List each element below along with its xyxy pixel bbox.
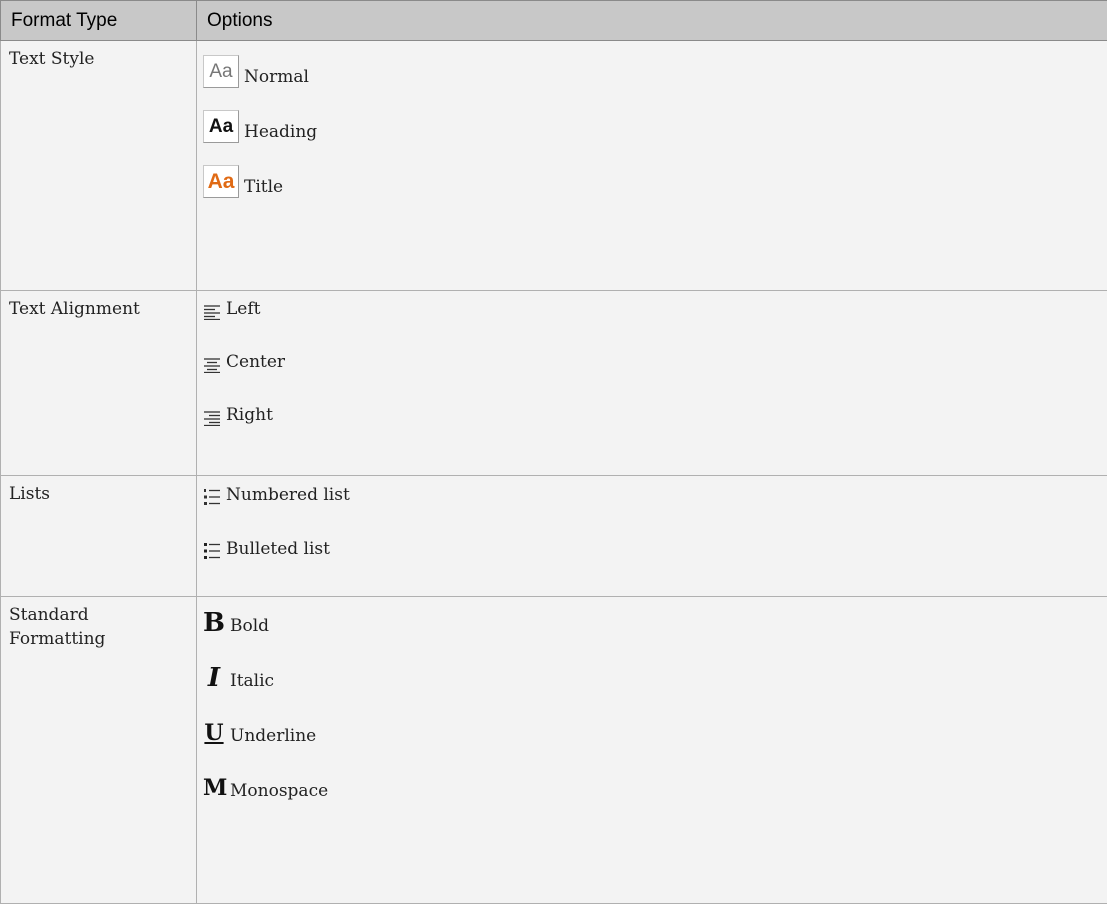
table-row-text-style: Text Style Aa Normal Aa Heading Aa Title (1, 41, 1107, 291)
text-style-title-icon: Aa (203, 165, 239, 198)
option-underline: U Underline (203, 719, 1107, 747)
align-left-icon (203, 304, 221, 320)
option-title: Aa Title (203, 165, 1107, 198)
header-format-type: Format Type (1, 1, 197, 41)
option-numbered-list: Numbered list (203, 476, 1107, 506)
options-lists: Numbered list (197, 476, 1107, 597)
option-label: Italic (230, 671, 274, 692)
format-type-text-style: Text Style (1, 41, 197, 291)
option-label: Center (226, 352, 285, 373)
underline-icon: U (203, 719, 225, 747)
option-label: Left (226, 299, 260, 320)
option-label: Right (226, 405, 273, 426)
text-style-normal-icon: Aa (203, 55, 239, 88)
monospace-icon: M (203, 774, 225, 802)
format-options-table: Format Type Options Text Style Aa Normal… (0, 0, 1107, 904)
option-monospace: M Monospace (203, 774, 1107, 802)
options-standard-formatting: B Bold I Italic U Underline M Monospace (197, 597, 1107, 904)
bold-icon: B (203, 609, 225, 637)
align-right-icon (203, 410, 221, 426)
option-normal: Aa Normal (203, 41, 1107, 88)
format-type-standard-formatting: Standard Formatting (1, 597, 197, 904)
align-center-icon (203, 357, 221, 373)
option-bold: B Bold (203, 597, 1107, 637)
option-left: Left (203, 291, 1107, 320)
option-label: Underline (230, 726, 316, 747)
numbered-list-icon (203, 488, 221, 506)
text-style-heading-icon: Aa (203, 110, 239, 143)
header-options: Options (197, 1, 1107, 41)
italic-icon: I (203, 664, 225, 692)
option-bulleted-list: Bulleted list (203, 539, 1107, 560)
table-row-lists: Lists (1, 476, 1107, 597)
options-text-alignment: Left Cent (197, 291, 1107, 476)
format-type-lists: Lists (1, 476, 197, 597)
table-row-text-alignment: Text Alignment (1, 291, 1107, 476)
option-label: Title (244, 177, 283, 198)
option-label: Bulleted list (226, 539, 330, 560)
option-heading: Aa Heading (203, 110, 1107, 143)
option-label: Normal (244, 67, 309, 88)
option-italic: I Italic (203, 664, 1107, 692)
option-label: Bold (230, 616, 269, 637)
table-row-standard-formatting: Standard Formatting B Bold I Italic U Un… (1, 597, 1107, 904)
option-label: Heading (244, 122, 317, 143)
table-header-row: Format Type Options (1, 1, 1107, 41)
options-text-style: Aa Normal Aa Heading Aa Title (197, 41, 1107, 291)
option-label: Monospace (230, 781, 328, 802)
option-label: Numbered list (226, 485, 350, 506)
format-type-text-alignment: Text Alignment (1, 291, 197, 476)
option-right: Right (203, 405, 1107, 426)
bulleted-list-icon (203, 542, 221, 560)
option-center: Center (203, 352, 1107, 373)
